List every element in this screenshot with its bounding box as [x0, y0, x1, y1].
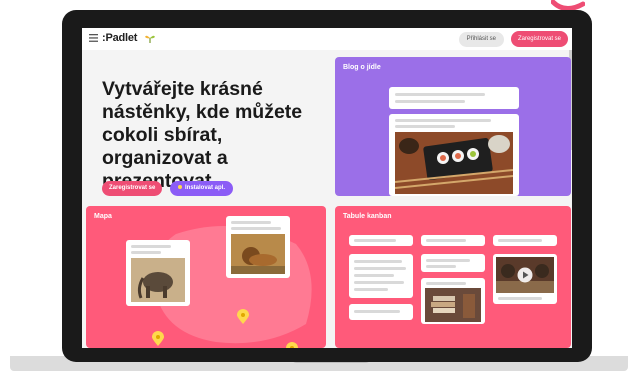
map-post[interactable] [226, 216, 290, 278]
text-line [426, 265, 456, 268]
map-pin-icon[interactable] [152, 331, 164, 346]
kanban-item[interactable] [421, 254, 485, 272]
text-line [426, 282, 466, 285]
blog-card[interactable]: Blog o jídle [335, 57, 571, 196]
kanban-column-header[interactable] [349, 235, 413, 246]
blog-post[interactable] [389, 87, 519, 109]
login-button[interactable]: Přihlásit se [458, 32, 504, 47]
text-line [395, 125, 455, 128]
text-line [395, 119, 491, 122]
kanban-card[interactable]: Tabule kanban [335, 206, 571, 348]
kanban-item[interactable] [349, 304, 413, 320]
text-line [131, 251, 161, 254]
kanban-column-header[interactable] [421, 235, 485, 246]
map-pin-icon[interactable] [286, 342, 298, 348]
laptop-frame: :Padlet Přihlásit se Zaregistrovat se Vy… [62, 10, 592, 362]
kanban-item[interactable] [349, 254, 413, 298]
text-line [354, 310, 400, 313]
text-line [354, 239, 396, 242]
text-line [395, 100, 465, 103]
text-line [395, 93, 485, 96]
map-card[interactable]: Mapa [86, 206, 326, 348]
sushi-photo [395, 132, 513, 194]
install-app-button[interactable]: Instalovat apl. [170, 181, 234, 196]
menu-icon[interactable] [89, 34, 98, 42]
brand-logo[interactable]: :Padlet [102, 32, 137, 44]
text-line [498, 239, 542, 242]
kanban-item[interactable] [421, 278, 485, 324]
kanban-item[interactable] [493, 254, 557, 304]
blog-post[interactable] [389, 114, 519, 196]
play-icon[interactable] [517, 267, 533, 283]
map-pin-icon[interactable] [237, 309, 249, 324]
text-line [354, 281, 404, 284]
text-line [131, 245, 171, 248]
text-line [426, 259, 470, 262]
books-photo [425, 288, 481, 322]
text-line [498, 297, 542, 300]
elephant-photo [131, 258, 185, 302]
blog-card-title: Blog o jídle [343, 64, 381, 71]
text-line [231, 227, 281, 230]
text-line [231, 221, 271, 224]
lion-photo [231, 234, 285, 274]
kanban-column-header[interactable] [493, 235, 557, 246]
install-label: Instalovat apl. [185, 185, 226, 191]
app-screen: :Padlet Přihlásit se Zaregistrovat se Vy… [82, 28, 572, 348]
text-line [354, 288, 388, 291]
text-line [354, 267, 406, 270]
signup-button[interactable]: Zaregistrovat se [510, 31, 568, 47]
text-line [354, 274, 394, 277]
kanban-card-title: Tabule kanban [343, 213, 392, 220]
map-post[interactable] [126, 240, 190, 306]
hero-signup-button[interactable]: Zaregistrovat se [102, 181, 163, 196]
map-card-title: Mapa [94, 213, 112, 220]
text-line [426, 239, 466, 242]
hero-headline: Vytvářejte krásné nástěnky, kde můžete c… [102, 78, 303, 192]
leaf-icon [145, 35, 155, 43]
top-bar: :Padlet Přihlásit se Zaregistrovat se [82, 28, 572, 50]
install-dot-icon [178, 185, 182, 190]
text-line [354, 260, 402, 263]
